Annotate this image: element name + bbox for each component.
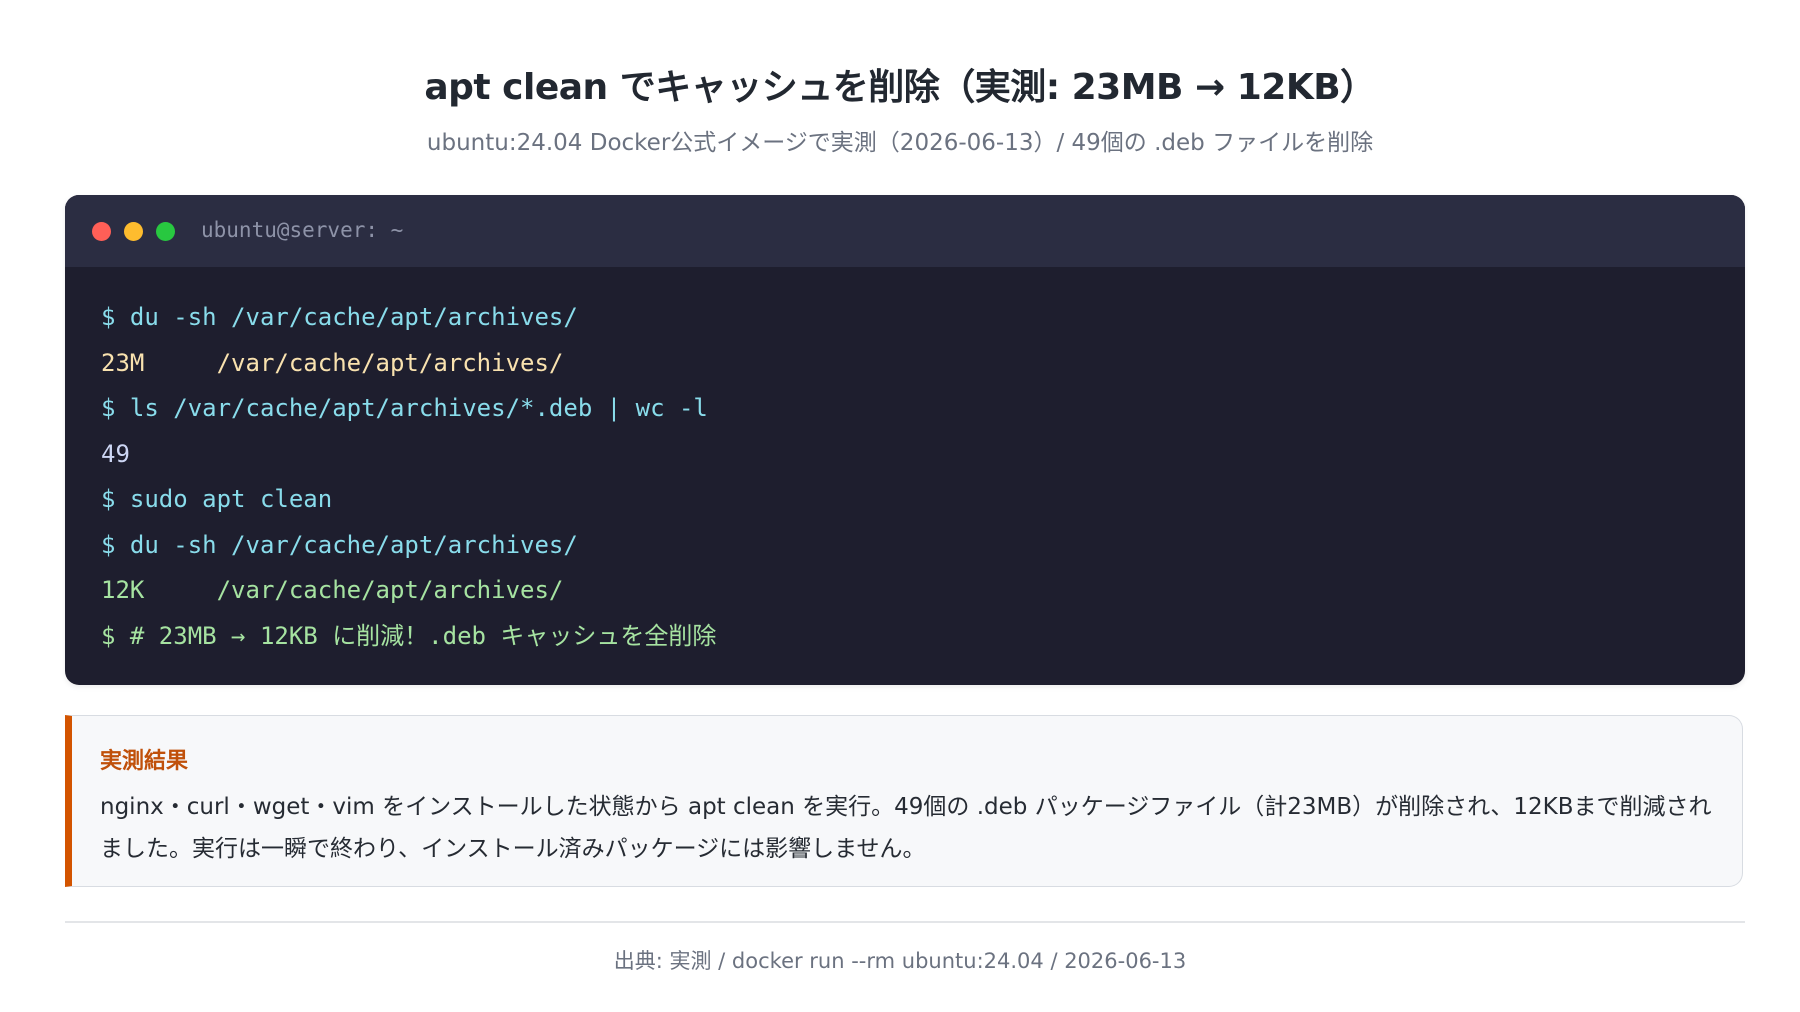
- terminal-window: ubuntu@server: ~ $ du -sh /var/cache/apt…: [65, 195, 1745, 685]
- terminal-line-output: 23M /var/cache/apt/archives/: [101, 348, 564, 377]
- source-footer: 出典: 実測 / docker run --rm ubuntu:24.04 / …: [613, 949, 1187, 973]
- terminal-line-command: $ ls /var/cache/apt/archives/*.deb | wc …: [101, 394, 708, 422]
- close-window-dot-icon[interactable]: [92, 222, 111, 241]
- page-subtitle: ubuntu:24.04 Docker公式イメージで実測（2026-06-13）…: [426, 130, 1374, 156]
- result-callout: 実測結果 nginx・curl・wget・vim をインストールした状態から a…: [65, 715, 1743, 887]
- terminal-body[interactable]: $ du -sh /var/cache/apt/archives/ 23M /v…: [101, 295, 1711, 659]
- page-title: apt clean でキャッシュを削除（実測: 23MB → 12KB）: [424, 67, 1376, 108]
- footer-divider: [65, 921, 1745, 923]
- terminal-line-comment: $ # 23MB → 12KB に削減！.deb キャッシュを全削除: [101, 621, 717, 650]
- terminal-titlebar: ubuntu@server: ~: [65, 195, 1745, 267]
- terminal-line-command: $ du -sh /var/cache/apt/archives/: [101, 303, 578, 331]
- maximize-window-dot-icon[interactable]: [156, 222, 175, 241]
- callout-body: nginx・curl・wget・vim をインストールした状態から apt cl…: [100, 794, 1712, 862]
- terminal-line-output: 12K /var/cache/apt/archives/: [101, 576, 564, 604]
- terminal-title: ubuntu@server: ~: [201, 218, 404, 242]
- page: apt clean でキャッシュを削除（実測: 23MB → 12KB） ubu…: [0, 0, 1800, 1012]
- minimize-window-dot-icon[interactable]: [124, 222, 143, 241]
- terminal-line-output: 49: [101, 439, 130, 468]
- terminal-line-command: $ du -sh /var/cache/apt/archives/: [101, 530, 578, 559]
- callout-heading: 実測結果: [100, 749, 189, 774]
- terminal-line-command: $ sudo apt clean: [101, 485, 333, 513]
